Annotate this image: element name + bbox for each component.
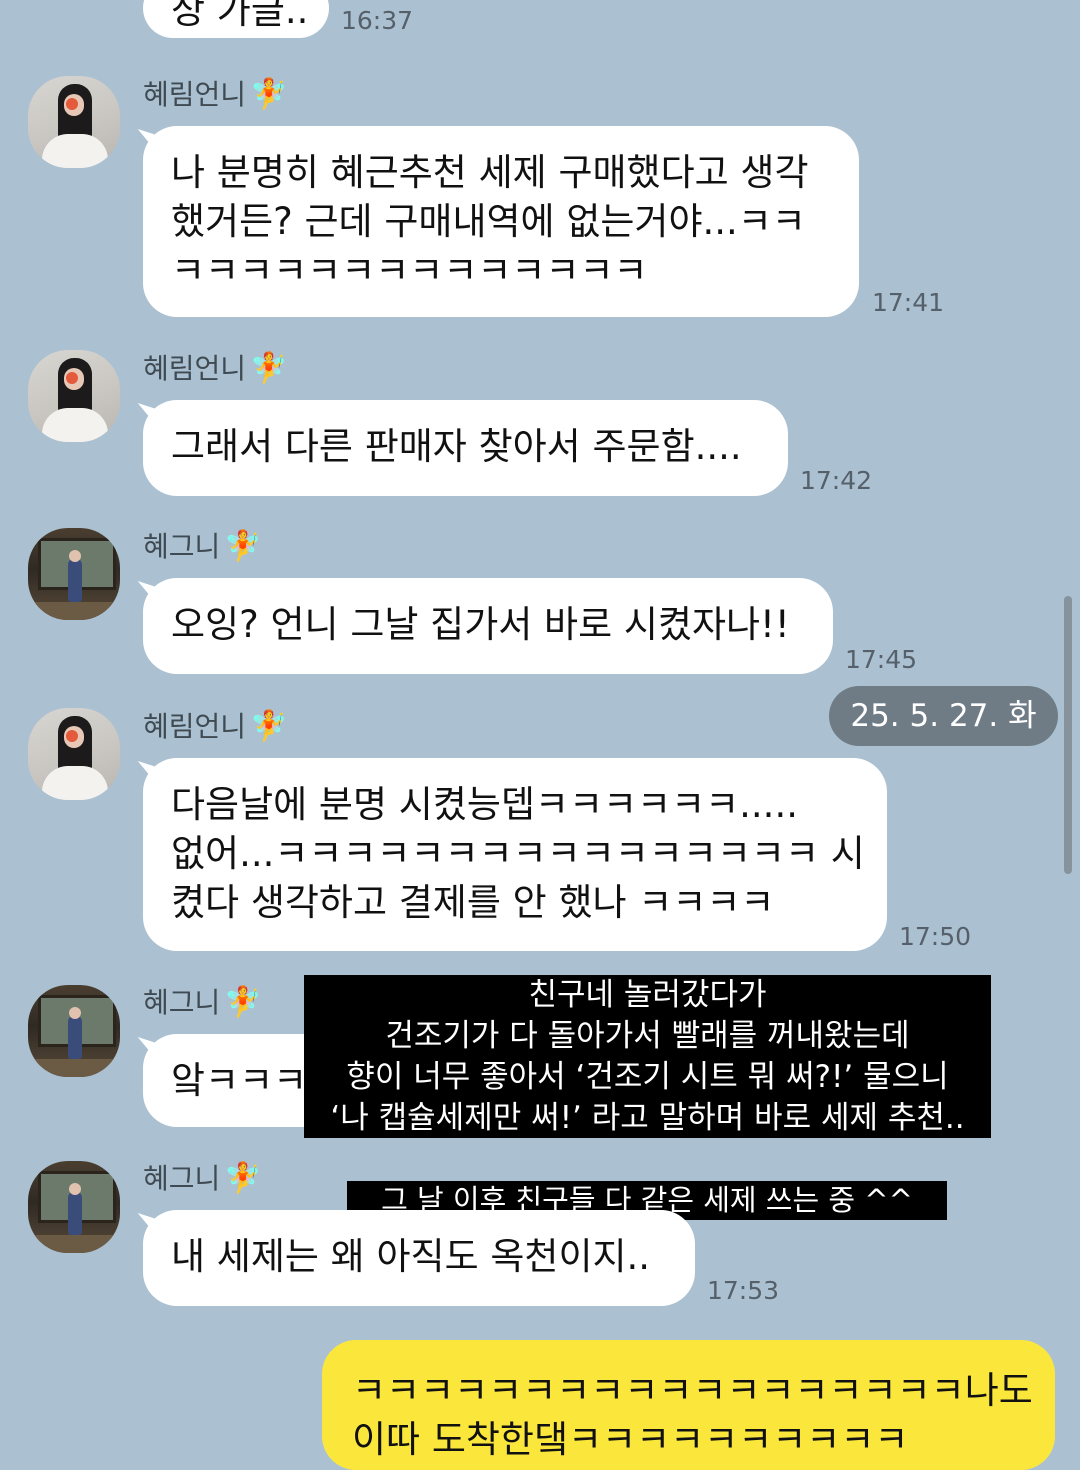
sender-name: 혜림언니 🧚 <box>143 710 287 744</box>
sender-name-text: 혜림언니 <box>143 352 247 385</box>
avatar-hyerim[interactable] <box>28 76 120 168</box>
caption-line: ‘나 캡슐세제만 써!’ 라고 말하며 바로 세제 추천.. <box>330 1100 965 1136</box>
message-line: 했거든? 근데 구매내역에 없는거야...ㅋㅋ <box>171 200 806 243</box>
sender-name: 혜그니 🧚 <box>143 1162 262 1196</box>
message-time: 16:37 <box>341 6 414 35</box>
avatar-hyerim[interactable] <box>28 350 120 442</box>
fairy-icon: 🧚 <box>224 529 262 564</box>
sender-name: 혜그니 🧚 <box>143 530 262 564</box>
fairy-icon: 🧚 <box>250 709 288 744</box>
caption-line: 친구네 놀러갔다가 <box>528 977 767 1013</box>
message-line: ㅋㅋㅋㅋㅋㅋㅋㅋㅋㅋㅋㅋㅋㅋㅋㅋㅋㅋ나도 <box>352 1369 1033 1412</box>
message-bubble[interactable]: 나 분명히 혜근추천 세제 구매했다고 생각 했거든? 근데 구매내역에 없는거… <box>143 126 859 317</box>
my-message-bubble[interactable]: ㅋㅋㅋㅋㅋㅋㅋㅋㅋㅋㅋㅋㅋㅋㅋㅋㅋㅋ나도 이따 도착한댘ㅋㅋㅋㅋㅋㅋㅋㅋㅋㅋ <box>322 1340 1055 1470</box>
date-divider: 25. 5. 27. 화 <box>829 686 1058 746</box>
sender-name-text: 혜림언니 <box>143 78 247 111</box>
message-line: 나 분명히 혜근추천 세제 구매했다고 생각 <box>171 151 809 194</box>
sender-name: 혜림언니 🧚 <box>143 352 287 386</box>
message-bubble[interactable]: 내 세제는 왜 아직도 옥천이지.. <box>143 1210 695 1306</box>
message-bubble[interactable]: 오잉? 언니 그날 집가서 바로 시켰자나!! <box>143 578 833 674</box>
fairy-icon: 🧚 <box>250 351 288 386</box>
message-time: 17:53 <box>707 1276 780 1305</box>
avatar-hyerim[interactable] <box>28 708 120 800</box>
avatar-hyegeuni[interactable] <box>28 1161 120 1253</box>
caption-overlay: 친구네 놀러갔다가 건조기가 다 돌아가서 빨래를 꺼내왔는데 향이 너무 좋아… <box>304 975 991 1138</box>
sender-name-text: 혜그니 <box>143 530 221 563</box>
message-time: 17:41 <box>872 288 945 317</box>
message-time: 17:45 <box>845 645 918 674</box>
message-bubble[interactable]: 그래서 다른 판매자 찾아서 주문함.... <box>143 400 788 496</box>
message-line: 다음날에 분명 시켰능뎁ㅋㅋㅋㅋㅋㅋ..... <box>171 783 798 826</box>
avatar-hyegeuni[interactable] <box>28 985 120 1077</box>
fairy-icon: 🧚 <box>224 985 262 1020</box>
message-line: 오잉? 언니 그날 집가서 바로 시켰자나!! <box>171 603 790 646</box>
message-line: 그래서 다른 판매자 찾아서 주문함.... <box>171 425 742 468</box>
message-time: 17:50 <box>899 922 972 951</box>
message-line: 내 세제는 왜 아직도 옥천이지.. <box>171 1235 651 1278</box>
caption-line: 건조기가 다 돌아가서 빨래를 꺼내왔는데 <box>385 1018 910 1054</box>
sender-name-text: 혜그니 <box>143 986 221 1019</box>
message-time: 17:42 <box>800 466 873 495</box>
avatar-hyegeuni[interactable] <box>28 528 120 620</box>
fairy-icon: 🧚 <box>224 1161 262 1196</box>
message-text: 상 가글.. <box>171 0 309 32</box>
message-line: ㅋㅋㅋㅋㅋㅋㅋㅋㅋㅋㅋㅋㅋㅋ <box>171 249 648 292</box>
message-line: 앜ㅋㅋㅋ <box>171 1059 308 1102</box>
message-line: 켰다 생각하고 결제를 안 했나 ㅋㅋㅋㅋ <box>171 881 775 924</box>
fairy-icon: 🧚 <box>250 77 288 112</box>
message-line: 없어...ㅋㅋㅋㅋㅋㅋㅋㅋㅋㅋㅋㅋㅋㅋㅋㅋ 시 <box>171 832 865 875</box>
scrollbar[interactable] <box>1064 596 1072 874</box>
message-bubble-partial[interactable]: 상 가글.. <box>143 0 329 38</box>
sender-name-text: 혜그니 <box>143 1162 221 1195</box>
message-bubble[interactable]: 다음날에 분명 시켰능뎁ㅋㅋㅋㅋㅋㅋ..... 없어...ㅋㅋㅋㅋㅋㅋㅋㅋㅋㅋㅋ… <box>143 758 887 951</box>
sender-name: 혜림언니 🧚 <box>143 78 287 112</box>
sender-name-text: 혜림언니 <box>143 710 247 743</box>
sender-name: 혜그니 🧚 <box>143 986 262 1020</box>
caption-line: 향이 너무 좋아서 ‘건조기 시트 뭐 써?!’ 물으니 <box>346 1059 949 1095</box>
